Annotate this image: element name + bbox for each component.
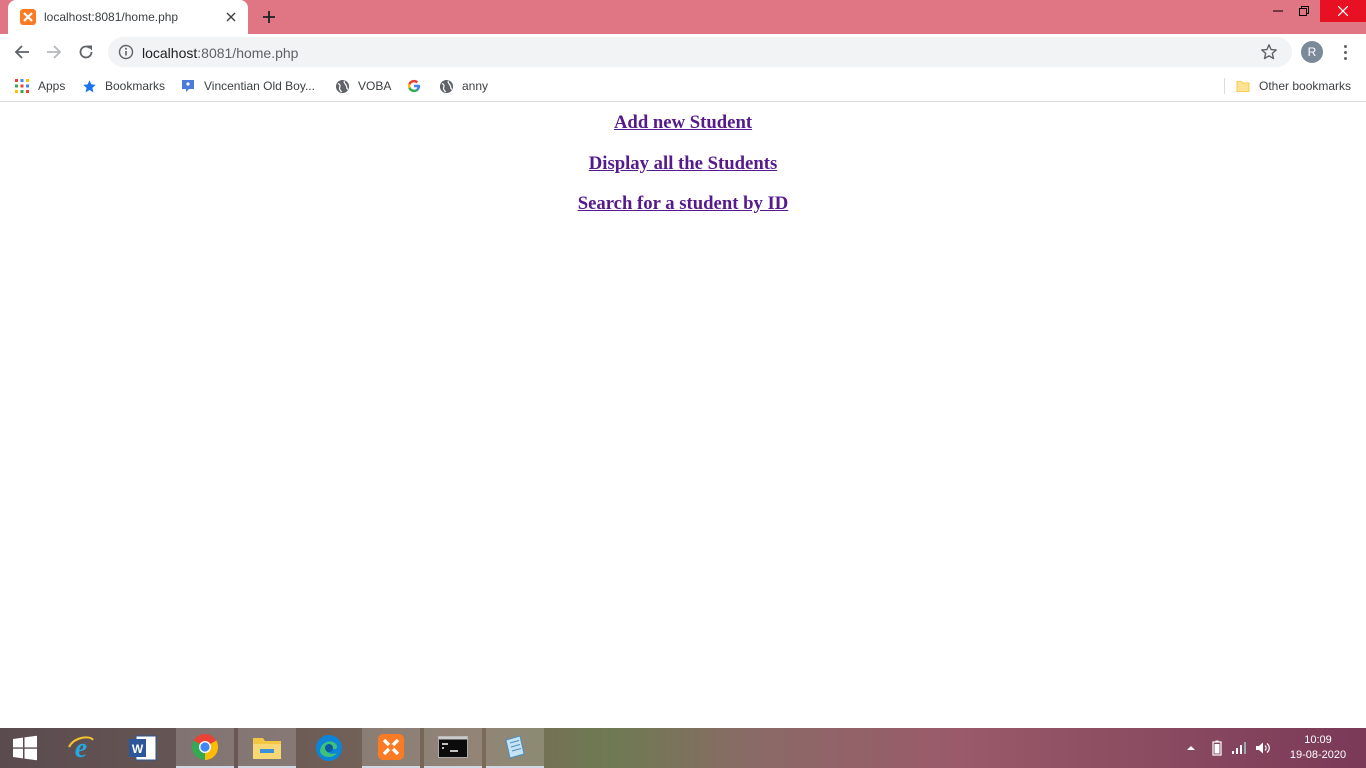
add-student-link[interactable]: Add new Student bbox=[0, 112, 1366, 134]
bookmark-label: VOBA bbox=[358, 79, 392, 93]
command-prompt-icon[interactable] bbox=[424, 728, 482, 768]
minimize-icon[interactable] bbox=[1265, 0, 1291, 22]
bookmark-label: Other bookmarks bbox=[1259, 79, 1352, 93]
more-menu-icon[interactable] bbox=[1335, 42, 1355, 62]
bookmarks-divider bbox=[1224, 78, 1225, 94]
taskbar-clock[interactable]: 10:09 19-08-2020 bbox=[1280, 733, 1356, 763]
edge-icon[interactable] bbox=[300, 728, 358, 768]
tab-title: localhost:8081/home.php bbox=[44, 10, 179, 24]
bookmark-label: anny bbox=[462, 79, 489, 93]
bookmark-label: Apps bbox=[38, 79, 66, 93]
bookmark-vincentian[interactable]: Vincentian Old Boy... bbox=[180, 76, 315, 96]
reload-icon[interactable] bbox=[74, 40, 98, 64]
url-path: :8081/home.php bbox=[197, 45, 299, 61]
new-tab-button[interactable] bbox=[258, 6, 280, 28]
clock-date: 19-08-2020 bbox=[1289, 749, 1347, 761]
display-students-link[interactable]: Display all the Students bbox=[0, 153, 1366, 175]
bookmark-voba[interactable]: VOBA bbox=[334, 76, 391, 96]
svg-text:W: W bbox=[132, 742, 144, 756]
window-close-icon[interactable] bbox=[1320, 0, 1366, 22]
volume-icon[interactable] bbox=[1255, 740, 1271, 756]
battery-icon[interactable] bbox=[1209, 740, 1225, 756]
bookmarks-bar: Apps Bookmarks Vincentian Old Boy... VOB… bbox=[0, 70, 1366, 102]
bookmark-apps[interactable]: Apps bbox=[14, 76, 65, 96]
search-student-link[interactable]: Search for a student by ID bbox=[0, 193, 1366, 215]
tab-strip: localhost:8081/home.php bbox=[0, 0, 1366, 34]
word-icon[interactable]: W bbox=[114, 728, 172, 768]
url-text[interactable]: localhost:8081/home.php bbox=[142, 45, 298, 61]
bookmark-star-icon[interactable] bbox=[1260, 43, 1278, 61]
back-arrow-icon[interactable] bbox=[10, 40, 34, 64]
browser-tab-active[interactable]: localhost:8081/home.php bbox=[8, 0, 248, 34]
clock-time: 10:09 bbox=[1304, 734, 1332, 746]
notepad-icon[interactable] bbox=[486, 728, 544, 768]
bookmark-anny[interactable]: anny bbox=[438, 76, 488, 96]
profile-avatar[interactable]: R bbox=[1301, 41, 1323, 63]
internet-explorer-icon[interactable]: e bbox=[52, 728, 110, 768]
chrome-icon[interactable] bbox=[176, 728, 234, 768]
windows-start-icon[interactable] bbox=[0, 728, 50, 768]
restore-icon[interactable] bbox=[1291, 0, 1317, 22]
xampp-icon[interactable] bbox=[362, 728, 420, 768]
star-filled-icon bbox=[81, 78, 97, 94]
folder-icon bbox=[1235, 78, 1251, 94]
info-icon[interactable] bbox=[118, 44, 134, 60]
forward-arrow-icon[interactable] bbox=[42, 40, 66, 64]
bookmark-label: Bookmarks bbox=[105, 79, 166, 93]
page-content: Add new Student Display all the Students… bbox=[0, 103, 1366, 728]
browser-toolbar: localhost:8081/home.php R bbox=[0, 34, 1366, 70]
globe-icon bbox=[438, 78, 454, 94]
bookmark-other[interactable]: Other bookmarks bbox=[1235, 76, 1351, 96]
globe-icon bbox=[334, 78, 350, 94]
bookmark-bookmarks[interactable]: Bookmarks bbox=[81, 76, 165, 96]
classroom-icon bbox=[180, 78, 196, 94]
tab-close-icon[interactable] bbox=[222, 8, 240, 26]
network-signal-icon[interactable] bbox=[1231, 740, 1247, 756]
bookmark-google[interactable] bbox=[406, 76, 430, 96]
address-bar[interactable]: localhost:8081/home.php bbox=[108, 37, 1292, 67]
url-host: localhost bbox=[142, 45, 198, 61]
show-hidden-icons-icon[interactable] bbox=[1183, 740, 1199, 756]
apps-grid-icon bbox=[14, 78, 30, 94]
xampp-favicon-icon bbox=[20, 9, 36, 25]
bookmark-label: Vincentian Old Boy... bbox=[204, 79, 315, 93]
file-explorer-icon[interactable] bbox=[238, 728, 296, 768]
google-icon bbox=[406, 78, 422, 94]
windows-taskbar: e W 10:09 19-08-2020 bbox=[0, 728, 1366, 768]
